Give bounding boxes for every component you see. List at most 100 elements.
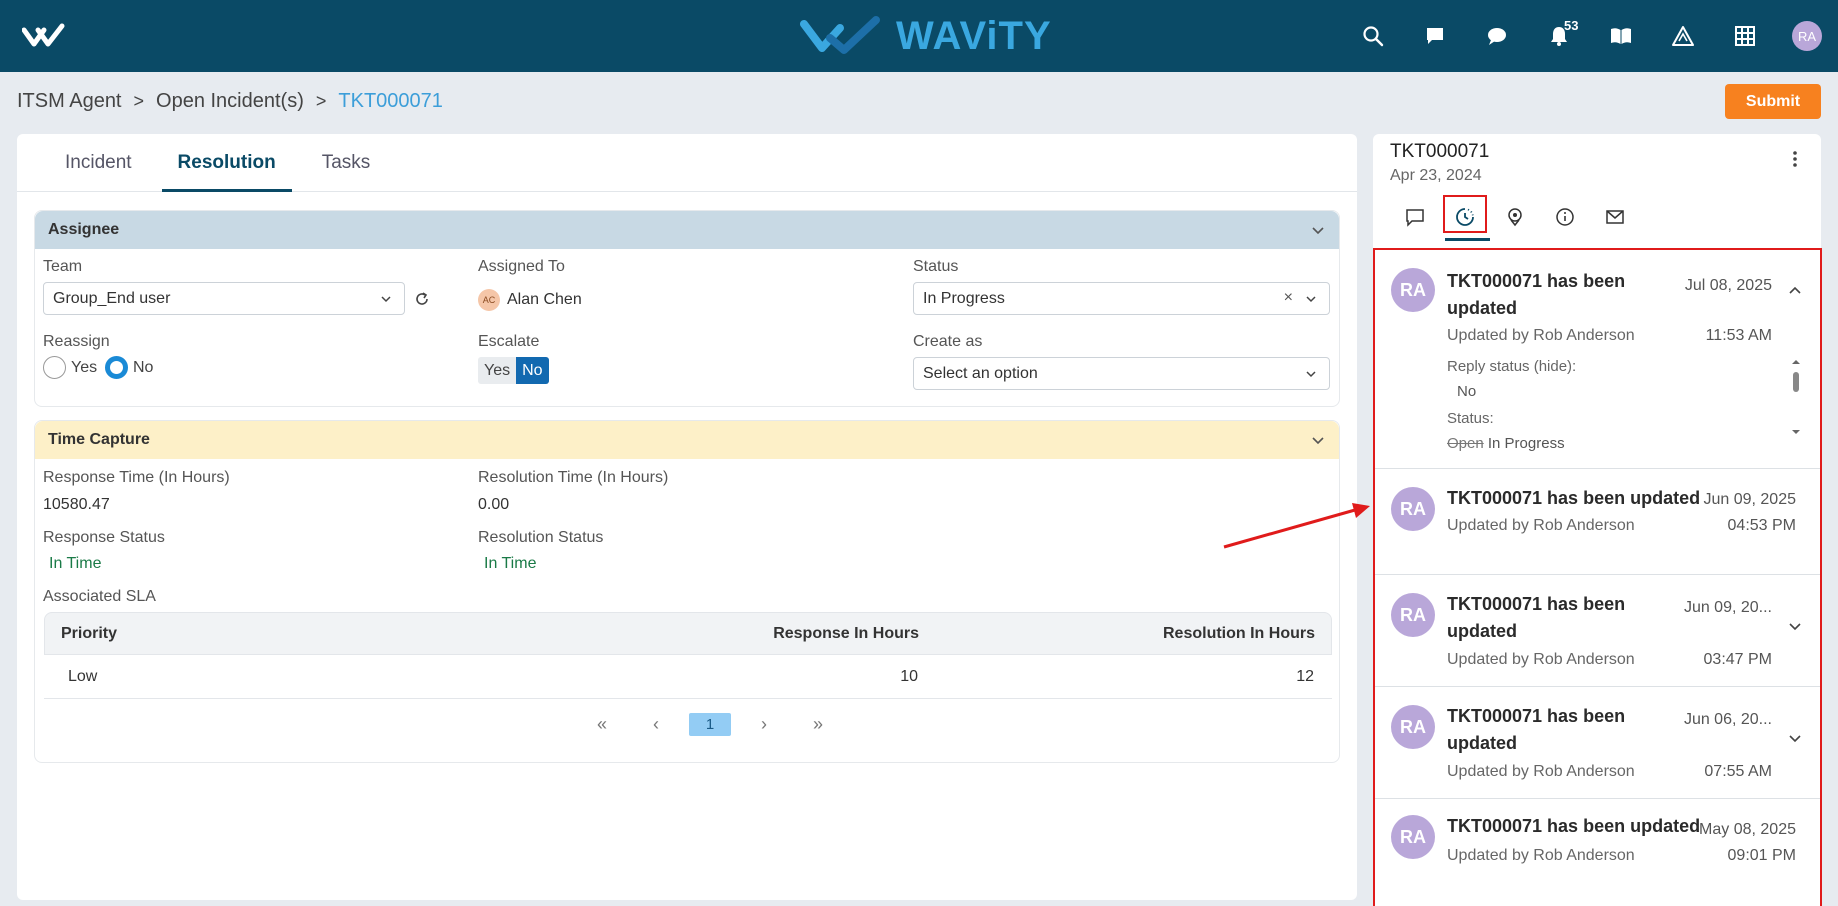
- tab-incident[interactable]: Incident: [49, 134, 148, 191]
- team-select[interactable]: Group_End user: [43, 282, 405, 315]
- assignee-section-header[interactable]: Assignee: [35, 211, 1339, 249]
- tab-email[interactable]: [1590, 197, 1640, 237]
- knowledge-button[interactable]: [1590, 0, 1652, 72]
- breadcrumb: ITSM Agent > Open Incident(s) > TKT00007…: [17, 90, 443, 113]
- breadcrumb-separator: >: [315, 91, 327, 111]
- next-page-button[interactable]: ›: [737, 714, 791, 735]
- tab-location[interactable]: [1490, 197, 1540, 237]
- escalate-no[interactable]: No: [516, 357, 549, 384]
- list-item[interactable]: RA TKT000071 has been updated Jul 08, 20…: [1375, 250, 1820, 469]
- create-as-select[interactable]: Select an option: [913, 357, 1330, 390]
- tab-comments[interactable]: [1390, 197, 1440, 237]
- breadcrumb-middle[interactable]: Open Incident(s): [156, 90, 304, 113]
- panel-ticket-date: Apr 23, 2024: [1390, 167, 1482, 184]
- reassign-yes-label: Yes: [71, 358, 98, 376]
- resolution-status-value: In Time: [484, 555, 537, 572]
- home-logo-icon[interactable]: [22, 22, 76, 50]
- refresh-icon[interactable]: [414, 291, 430, 307]
- first-page-button[interactable]: «: [575, 714, 629, 735]
- status-value: In Progress: [923, 289, 1005, 307]
- feed-item-title: TKT000071 has been updated: [1447, 488, 1701, 508]
- resolution-time-value: 0.00: [478, 496, 510, 513]
- search-button[interactable]: [1342, 0, 1404, 72]
- chat-icon: [1427, 28, 1443, 44]
- chevron-down-icon: [381, 296, 391, 303]
- notifications-button[interactable]: 53: [1528, 0, 1590, 72]
- list-item[interactable]: RA TKT000071 has been updated Jun 09, 20…: [1375, 469, 1820, 575]
- tab-info[interactable]: [1540, 197, 1590, 237]
- reply-status-label: Reply status (hide):: [1447, 358, 1577, 375]
- list-item[interactable]: RA TKT000071 has been updated May 08, 20…: [1375, 799, 1820, 906]
- response-time-label: Response Time (In Hours): [43, 469, 230, 486]
- last-page-button[interactable]: »: [791, 714, 845, 735]
- feed-item-author: Updated by Rob Anderson: [1447, 517, 1635, 534]
- pagination: « ‹ 1 › »: [575, 713, 845, 736]
- chevron-up-icon[interactable]: [1788, 283, 1802, 297]
- create-as-label: Create as: [913, 333, 983, 350]
- mail-icon: [1606, 210, 1624, 224]
- current-page[interactable]: 1: [689, 713, 731, 736]
- status-label: Status: [913, 258, 959, 275]
- chevron-down-icon[interactable]: [1788, 619, 1802, 633]
- tab-resolution[interactable]: Resolution: [161, 134, 292, 192]
- apps-button[interactable]: [1714, 0, 1776, 72]
- comment-icon: [1488, 28, 1506, 45]
- top-icons: 53 RA: [1342, 0, 1838, 72]
- alert-icon: [1672, 26, 1694, 46]
- comment-button[interactable]: [1466, 0, 1528, 72]
- ticket-tabs: Incident Resolution Tasks: [17, 134, 1357, 192]
- chevron-down-icon[interactable]: [1788, 731, 1802, 745]
- breadcrumb-root[interactable]: ITSM Agent: [17, 90, 122, 113]
- escalate-yes[interactable]: Yes: [478, 357, 517, 384]
- panel-ticket-id: TKT000071: [1390, 141, 1490, 162]
- reassign-label: Reassign: [43, 333, 110, 350]
- sla-table: Priority Response In Hours Resolution In…: [44, 612, 1332, 699]
- assignee-section-title: Assignee: [48, 221, 120, 238]
- status-select[interactable]: In Progress ×: [913, 282, 1330, 315]
- feed-item-author: Updated by Rob Anderson: [1447, 763, 1635, 780]
- book-icon: [1611, 28, 1631, 44]
- highlight-box: [1443, 195, 1487, 233]
- radio-circle: [43, 356, 66, 379]
- status-new: In Progress: [1487, 435, 1565, 452]
- chat-button[interactable]: [1404, 0, 1466, 72]
- feed-item-author: Updated by Rob Anderson: [1447, 651, 1635, 668]
- tab-tasks[interactable]: Tasks: [306, 134, 387, 191]
- prev-page-button[interactable]: ‹: [629, 714, 683, 735]
- reassign-no-radio[interactable]: No: [105, 356, 153, 379]
- clear-icon[interactable]: ×: [1284, 289, 1293, 307]
- list-item[interactable]: RA TKT000071 has been updated Jun 06, 20…: [1375, 687, 1820, 799]
- sla-col-priority: Priority: [61, 624, 118, 642]
- chevron-down-icon: [1306, 296, 1316, 303]
- more-options-icon[interactable]: [1793, 150, 1797, 168]
- reassign-yes-radio[interactable]: Yes: [43, 356, 97, 379]
- status-old: Open: [1447, 435, 1484, 452]
- escalate-toggle[interactable]: Yes No: [478, 357, 549, 384]
- detail-scrollbar[interactable]: [1791, 358, 1801, 438]
- assigned-to-value: Alan Chen: [507, 291, 582, 308]
- feed-item-author: Updated by Rob Anderson: [1447, 847, 1635, 864]
- status-change-label: Status:: [1447, 410, 1494, 427]
- sla-cell-response: 10: [900, 667, 918, 685]
- submit-button[interactable]: Submit: [1725, 84, 1821, 119]
- alert-button[interactable]: [1652, 0, 1714, 72]
- brand-logo: WAViTY: [800, 12, 1052, 60]
- location-icon: [1508, 208, 1522, 227]
- resolution-time-label: Resolution Time (In Hours): [478, 469, 669, 486]
- time-capture-section-header[interactable]: Time Capture: [35, 421, 1339, 459]
- info-icon: [1556, 208, 1574, 226]
- feed-item-date: Jun 06, 20...: [1683, 711, 1772, 728]
- sla-col-response: Response In Hours: [773, 624, 919, 642]
- sla-col-resolution: Resolution In Hours: [1163, 624, 1315, 642]
- response-status-label: Response Status: [43, 529, 165, 546]
- list-item[interactable]: RA TKT000071 has been updated Jun 09, 20…: [1375, 575, 1820, 687]
- panel-tabs: [1390, 197, 1640, 241]
- notification-badge: 53: [1564, 18, 1579, 33]
- avatar: RA: [1391, 268, 1435, 312]
- user-menu[interactable]: RA: [1776, 0, 1838, 72]
- top-bar: WAViTY 53 RA: [0, 0, 1838, 72]
- breadcrumb-current: TKT000071: [338, 90, 443, 112]
- search-icon: [1363, 26, 1384, 47]
- feed-item-author: Updated by Rob Anderson: [1447, 327, 1635, 344]
- escalate-label: Escalate: [478, 333, 540, 350]
